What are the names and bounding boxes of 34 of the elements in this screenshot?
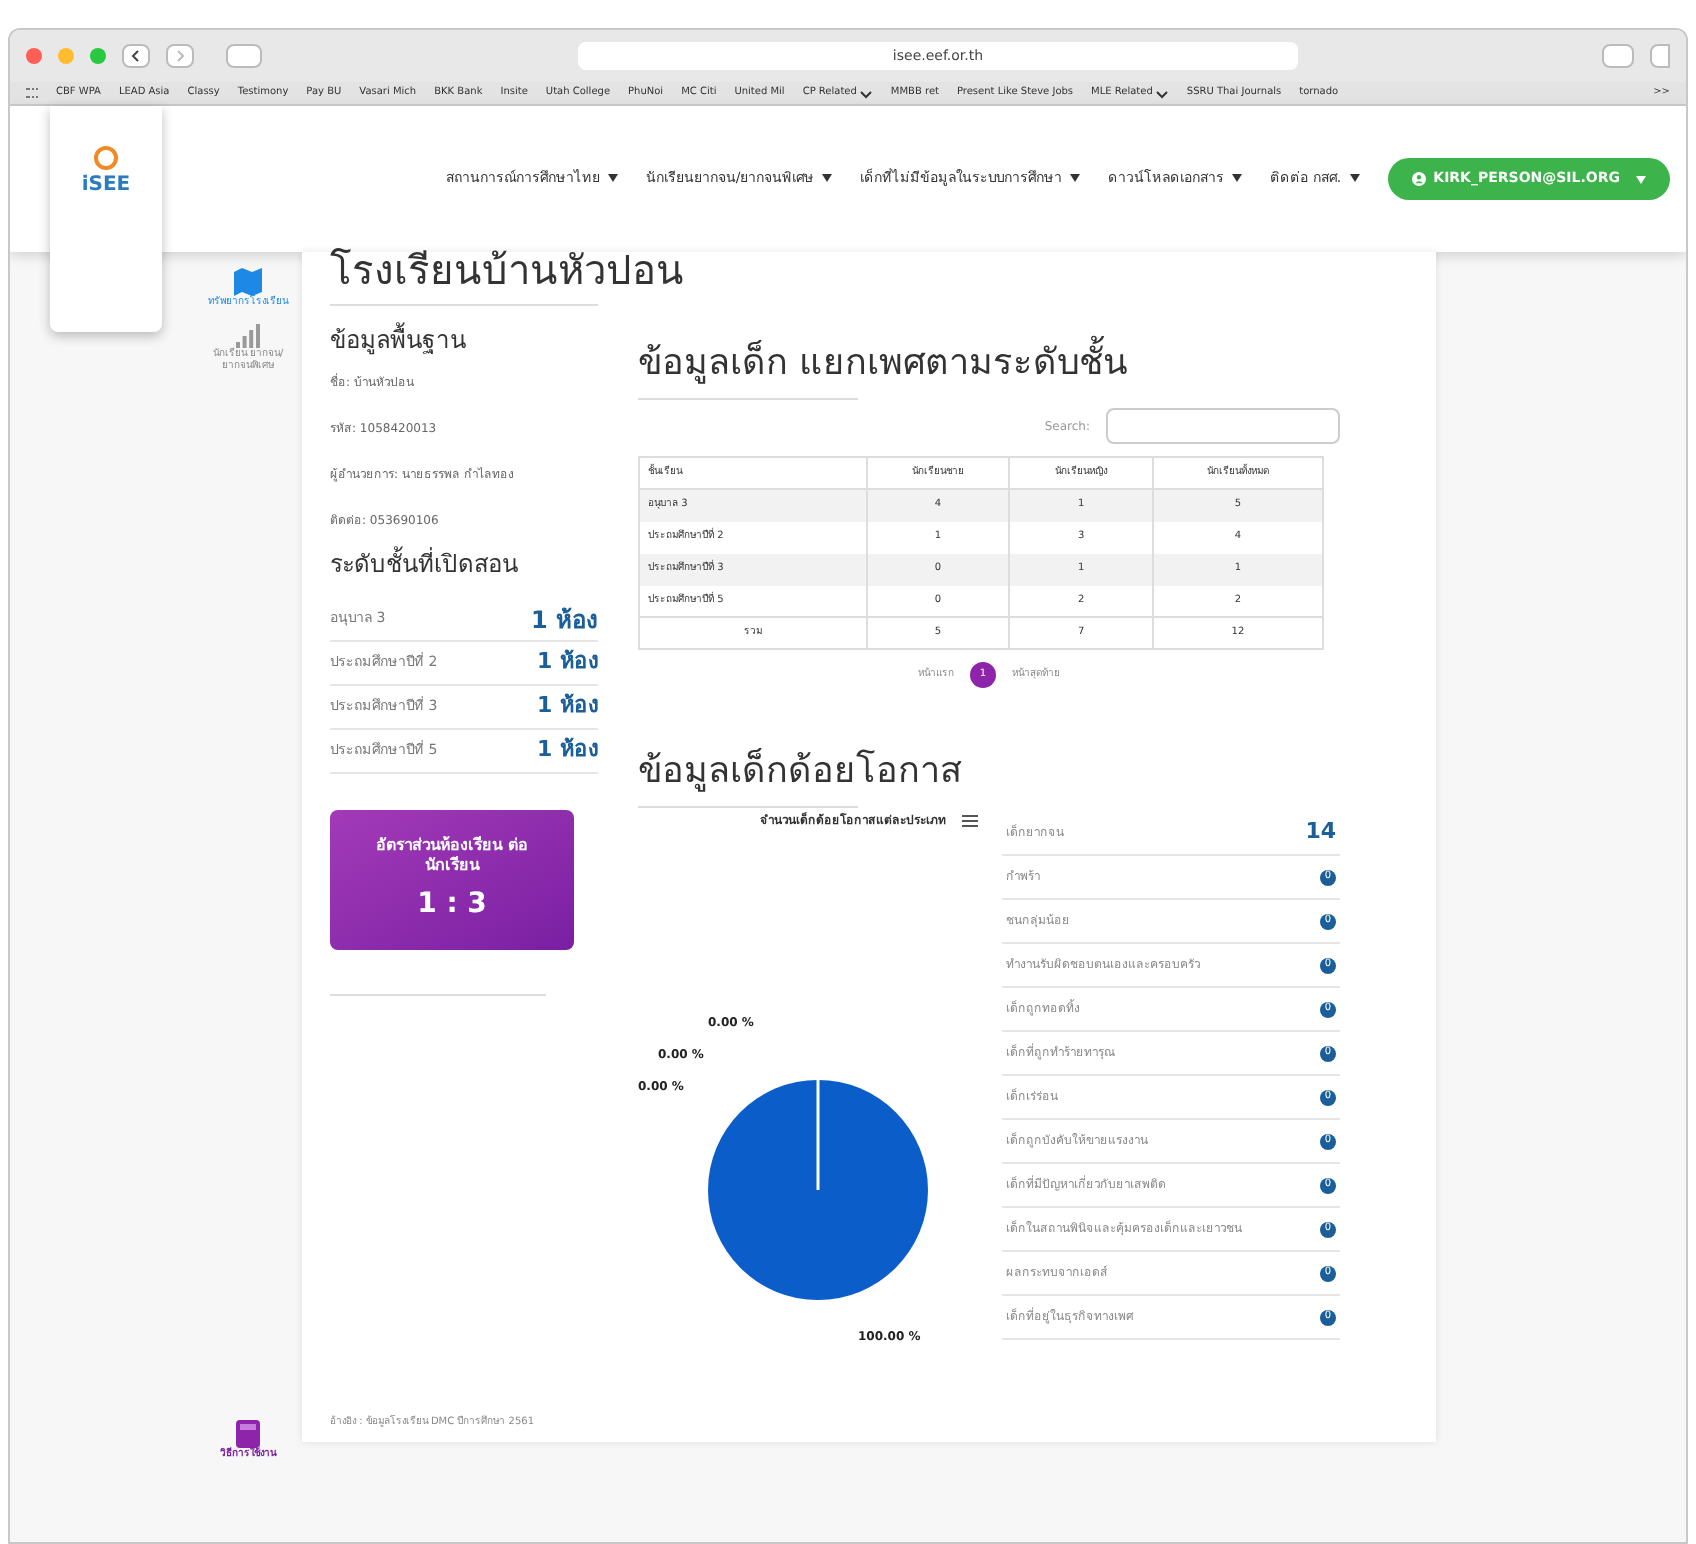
- section-title: ข้อมูลพื้นฐาน: [330, 322, 468, 358]
- section-heading: ข้อมูลเด็ก แยกเพศตามระดับชั้น: [638, 336, 1340, 390]
- book-icon: [236, 1419, 260, 1447]
- section-heading: ข้อมูลเด็กด้อยโอกาส: [638, 746, 964, 796]
- caret-icon: [1232, 174, 1243, 183]
- ratio-value: 1 : 3: [417, 885, 487, 923]
- caret-icon: [1349, 174, 1360, 183]
- caret-icon: [1070, 174, 1081, 183]
- apps-grid-icon[interactable]: [26, 88, 38, 98]
- chevron-down-icon: [860, 87, 873, 99]
- room-count: 1 ห้อง: [537, 690, 598, 723]
- chevron-down-icon: [1156, 87, 1169, 99]
- caret-icon: [822, 174, 833, 183]
- room-count: 1 ห้อง: [537, 646, 598, 679]
- room-count: 1 ห้อง: [530, 603, 598, 637]
- signal-bars-icon: [236, 324, 260, 348]
- section-title: ระดับชั้นที่เปิดสอน: [330, 546, 520, 582]
- user-icon: [1411, 172, 1426, 186]
- chevron-left-icon: [130, 50, 142, 62]
- caret-icon: [1636, 175, 1646, 183]
- logo-text: iSEE: [81, 172, 131, 200]
- search-field[interactable]: [1106, 408, 1340, 444]
- logo-card[interactable]: iSEE: [50, 106, 162, 332]
- chevron-right-icon: [174, 50, 186, 62]
- menu-icon[interactable]: [962, 814, 978, 828]
- sidebar-icon[interactable]: [226, 44, 262, 68]
- caret-icon: [607, 174, 618, 183]
- forward-button[interactable]: [166, 44, 194, 68]
- count-value: 14: [1305, 816, 1336, 849]
- room-count: 1 ห้อง: [537, 734, 598, 767]
- ratio-label: อัตราส่วนห้องเรียน ต่อนักเรียน: [374, 835, 530, 875]
- school-name: โรงเรียนบ้านหัวปอน: [330, 248, 686, 292]
- map-icon: [234, 268, 262, 296]
- back-button[interactable]: [122, 44, 150, 68]
